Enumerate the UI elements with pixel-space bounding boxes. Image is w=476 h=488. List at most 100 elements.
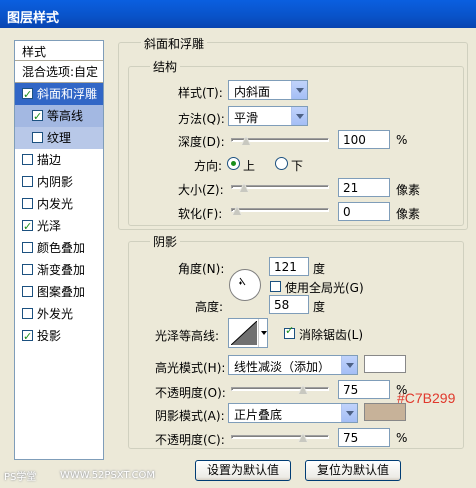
chevron-down-icon[interactable] <box>291 81 307 99</box>
soften-slider[interactable] <box>231 205 329 215</box>
angle-label: 角度(N): <box>178 262 225 276</box>
style-item[interactable]: 颜色叠加 <box>15 237 103 259</box>
direction-up-label: 上 <box>243 159 256 173</box>
highlight-mode-label: 高光模式(H): <box>155 361 226 375</box>
chevron-down-icon[interactable] <box>341 404 357 422</box>
style-item[interactable]: 纹理 <box>15 127 103 149</box>
style-item-label: 斜面和浮雕 <box>37 87 98 101</box>
style-item-checkbox[interactable] <box>32 132 43 143</box>
shadow-opacity-slider-thumb[interactable] <box>298 432 308 443</box>
shading-title: 阴影 <box>150 233 181 250</box>
altitude-input[interactable]: 58 <box>269 295 309 314</box>
style-item-checkbox[interactable] <box>22 176 33 187</box>
contour-preview-icon <box>231 321 257 345</box>
bevel-emboss-title: 斜面和浮雕 <box>141 35 208 52</box>
global-light-checkbox[interactable] <box>270 281 281 292</box>
altitude-unit: 度 <box>313 300 326 314</box>
angle-dial[interactable] <box>228 268 262 302</box>
size-slider[interactable] <box>231 182 329 192</box>
style-item-label: 图案叠加 <box>37 285 86 299</box>
size-unit: 像素 <box>396 183 421 197</box>
style-item-checkbox[interactable] <box>22 198 33 209</box>
structure-title: 结构 <box>150 58 181 75</box>
shadow-opacity-input[interactable]: 75 <box>338 428 390 447</box>
style-item[interactable]: 投影 <box>15 325 103 348</box>
style-select-value: 内斜面 <box>234 85 271 99</box>
anti-aliased-label: 消除锯齿(L) <box>299 328 364 342</box>
angle-input[interactable]: 121 <box>269 257 309 276</box>
method-select-value: 平滑 <box>234 111 259 125</box>
style-item-checkbox[interactable] <box>22 242 33 253</box>
style-item-label: 内发光 <box>37 197 74 211</box>
soften-label: 软化(F): <box>178 207 223 221</box>
style-item[interactable]: 内发光 <box>15 193 103 215</box>
style-item-checkbox[interactable] <box>32 106 43 128</box>
highlight-mode-value: 线性减淡（添加） <box>234 360 331 374</box>
style-item-checkbox[interactable] <box>22 154 33 165</box>
highlight-opacity-slider[interactable] <box>231 384 329 394</box>
angle-unit: 度 <box>313 262 326 276</box>
style-item[interactable]: 光泽 <box>15 215 103 238</box>
soften-input[interactable]: 0 <box>338 202 390 221</box>
styles-header[interactable]: 样式 <box>15 41 103 61</box>
style-item-label: 等高线 <box>47 109 84 123</box>
depth-slider-thumb[interactable] <box>240 135 251 146</box>
chevron-down-icon[interactable] <box>291 107 307 125</box>
make-default-button[interactable]: 设置为默认值 <box>195 460 291 481</box>
method-label: 方法(Q): <box>178 112 225 126</box>
size-input[interactable]: 21 <box>338 178 390 197</box>
style-item[interactable]: 渐变叠加 <box>15 259 103 281</box>
soften-unit: 像素 <box>396 207 421 221</box>
style-item[interactable]: 等高线 <box>15 105 103 128</box>
highlight-color-swatch[interactable] <box>364 355 406 373</box>
style-item-checkbox[interactable] <box>22 84 33 106</box>
style-label: 样式(T): <box>178 86 223 100</box>
direction-up-radio[interactable] <box>227 157 240 170</box>
size-slider-thumb[interactable] <box>239 182 250 193</box>
style-item-checkbox[interactable] <box>22 286 33 297</box>
style-item[interactable]: 图案叠加 <box>15 281 103 303</box>
style-item-label: 投影 <box>37 329 62 343</box>
reset-default-button[interactable]: 复位为默认值 <box>305 460 401 481</box>
highlight-mode-select[interactable]: 线性减淡（添加） <box>228 355 358 375</box>
style-item-checkbox[interactable] <box>22 308 33 319</box>
style-item-label: 纹理 <box>47 131 72 145</box>
altitude-label: 高度: <box>195 300 224 314</box>
highlight-opacity-input[interactable]: 75 <box>338 380 390 399</box>
depth-input[interactable]: 100 <box>338 130 390 149</box>
shadow-mode-value: 正片叠底 <box>234 408 283 422</box>
chevron-down-icon[interactable] <box>341 356 357 374</box>
shadow-opacity-slider[interactable] <box>231 432 329 442</box>
style-item[interactable]: 外发光 <box>15 303 103 325</box>
direction-label: 方向: <box>194 159 223 173</box>
depth-label: 深度(D): <box>178 135 225 149</box>
shadow-mode-label: 阴影模式(A): <box>155 409 225 423</box>
watermark-right: WWW.52PSXT.COM <box>60 470 156 481</box>
style-item-label: 颜色叠加 <box>37 241 86 255</box>
style-item[interactable]: 内阴影 <box>15 171 103 193</box>
gloss-contour-picker[interactable] <box>228 318 268 348</box>
contour-dropdown-arrow-icon[interactable] <box>258 319 267 347</box>
shadow-color-hex-annotation: #C7B299 <box>397 390 456 406</box>
direction-down-radio[interactable] <box>275 157 288 170</box>
style-select[interactable]: 内斜面 <box>228 80 308 100</box>
style-item-label: 外发光 <box>37 307 74 321</box>
watermark-left: PS学堂 <box>4 472 37 483</box>
style-item[interactable]: 描边 <box>15 149 103 171</box>
depth-slider[interactable] <box>231 135 329 145</box>
gloss-contour-label: 光泽等高线: <box>155 329 220 343</box>
anti-aliased-checkbox[interactable] <box>284 324 295 339</box>
depth-unit: % <box>396 133 408 147</box>
style-item-checkbox[interactable] <box>22 216 33 238</box>
shadow-mode-select[interactable]: 正片叠底 <box>228 403 358 423</box>
style-item-checkbox[interactable] <box>22 264 33 275</box>
style-item-checkbox[interactable] <box>22 326 33 348</box>
method-select[interactable]: 平滑 <box>228 106 308 126</box>
highlight-opacity-label: 不透明度(O): <box>155 386 226 400</box>
style-item-label: 内阴影 <box>37 175 74 189</box>
soften-slider-thumb[interactable] <box>232 205 242 216</box>
style-item[interactable]: 斜面和浮雕 <box>15 83 103 106</box>
blending-options-item[interactable]: 混合选项:自定 <box>15 61 103 83</box>
size-label: 大小(Z): <box>178 183 224 197</box>
highlight-opacity-slider-thumb[interactable] <box>298 384 308 395</box>
